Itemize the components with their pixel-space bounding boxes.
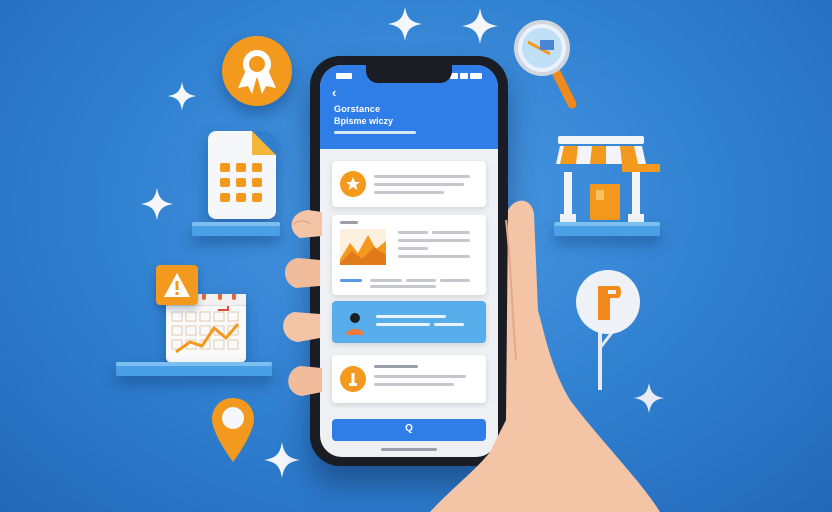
phone-notch: [366, 65, 452, 83]
header-underline: [334, 131, 416, 134]
header-title: Gorstance: [334, 104, 381, 114]
signpost-icon: [574, 268, 644, 392]
sparkle-icon: [386, 4, 424, 44]
header-subtitle: Bpisme wiczy: [334, 116, 394, 126]
sparkle-icon: [138, 186, 176, 222]
list-item[interactable]: [332, 355, 486, 403]
document-grid-icon: [208, 131, 276, 219]
shelf: [554, 222, 660, 236]
star-icon: [340, 171, 366, 197]
sparkle-icon: [262, 440, 302, 480]
shelf: [192, 222, 280, 236]
info-icon: [340, 366, 366, 392]
back-button[interactable]: ‹: [332, 85, 336, 100]
magnifier-icon: [512, 20, 578, 110]
location-pin-icon: [210, 396, 256, 464]
list-item[interactable]: [332, 161, 486, 207]
status-time: [336, 73, 356, 79]
shelf: [116, 362, 272, 376]
primary-action-button[interactable]: Q: [332, 419, 486, 441]
list-item[interactable]: [332, 215, 486, 295]
list-item-highlighted[interactable]: [332, 301, 486, 343]
warning-triangle-icon: [156, 265, 198, 305]
phone-screen: ‹ Gorstance Bpisme wiczy Q: [320, 65, 498, 457]
status-icons: [450, 73, 486, 81]
chart-thumbnail-icon: [340, 229, 386, 265]
smartphone: ‹ Gorstance Bpisme wiczy Q: [310, 56, 508, 466]
sparkle-icon: [460, 6, 500, 46]
home-indicator: [381, 448, 437, 451]
illustration-scene: ‹ Gorstance Bpisme wiczy Q: [0, 0, 832, 512]
storefront-icon: [556, 136, 660, 226]
sparkle-icon: [166, 80, 198, 112]
primary-action-label: Q: [405, 423, 413, 434]
avatar: [340, 307, 370, 337]
award-ribbon-icon: [222, 36, 292, 106]
